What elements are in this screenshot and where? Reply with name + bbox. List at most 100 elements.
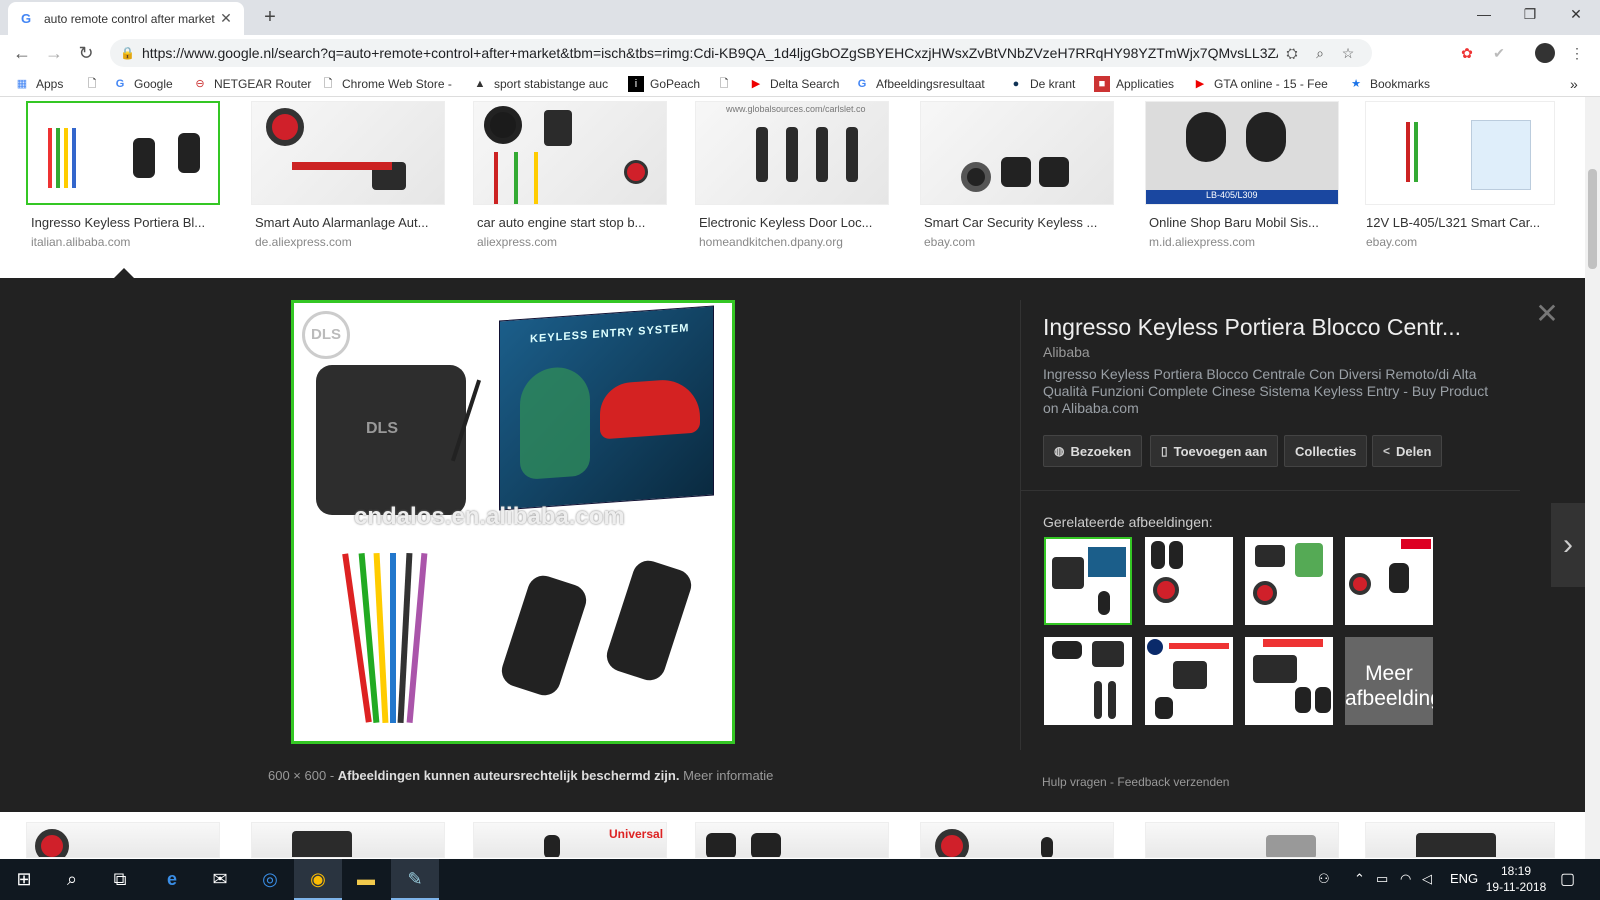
result-thumbnail-lower-1[interactable] (26, 822, 220, 858)
bookmark-de-krant[interactable]: ● De krant (1008, 75, 1076, 93)
bookmark-google[interactable]: G Google (112, 75, 173, 93)
result-title-6[interactable]: Online Shop Baru Mobil Sis... (1149, 215, 1339, 230)
bookmark-netgear[interactable]: ⊖ NETGEAR Router (192, 75, 311, 93)
address-bar[interactable]: 🔒 https://www.google.nl/search?q=auto+re… (110, 39, 1372, 67)
wifi-icon[interactable]: ◠ (1400, 871, 1411, 887)
result-title-1[interactable]: Ingresso Keyless Portiera Bl... (31, 215, 221, 230)
result-title-4[interactable]: Electronic Keyless Door Loc... (699, 215, 889, 230)
mail-icon[interactable]: ✉ (196, 859, 244, 900)
related-image-1[interactable] (1044, 537, 1132, 625)
share-button[interactable]: < Delen (1372, 435, 1443, 467)
bookmark-page-2[interactable]: 🗋 (716, 75, 738, 93)
related-image-2[interactable] (1145, 537, 1233, 625)
result-thumbnail-4[interactable]: www.globalsources.com/carlslet.co (695, 101, 889, 205)
new-tab-button[interactable]: + (258, 6, 282, 30)
logo-band (1401, 539, 1431, 549)
result-thumbnail-2[interactable] (251, 101, 445, 205)
result-thumbnail-lower-3[interactable]: Universal (473, 822, 667, 858)
related-image-6[interactable] (1145, 637, 1233, 725)
key-fob-shape (497, 571, 591, 700)
restore-button[interactable]: ❐ (1507, 0, 1553, 30)
help-link[interactable]: Hulp vragen (1042, 775, 1107, 789)
bookmark-gta-online[interactable]: ▶ GTA online - 15 - Fee (1192, 75, 1328, 93)
actuator-shape (756, 127, 768, 182)
feedback-link[interactable]: Feedback verzenden (1117, 775, 1229, 789)
bookmark-gopeach[interactable]: i GoPeach (628, 75, 700, 93)
tray-chevron-up-icon[interactable]: ⌃ (1354, 871, 1365, 887)
bookmark-page[interactable]: 🗋 (84, 75, 106, 93)
forward-icon[interactable]: → (42, 41, 66, 65)
related-image-5[interactable] (1044, 637, 1132, 725)
image-title[interactable]: Ingresso Keyless Portiera Blocco Centr..… (1043, 314, 1503, 341)
related-image-7[interactable] (1245, 637, 1333, 725)
chrome-icon[interactable]: ◉ (294, 859, 342, 900)
bookmark-bookmarks[interactable]: ★ Bookmarks (1348, 75, 1430, 93)
bookmark-afbeeldingsresultaat[interactable]: G Afbeeldingsresultaat (854, 75, 985, 93)
tab-close-icon[interactable]: ✕ (218, 10, 234, 27)
result-title-3[interactable]: car auto engine start stop b... (477, 215, 667, 230)
windows-start-icon[interactable]: ⊞ (0, 859, 48, 900)
close-preview-icon[interactable]: ✕ (1533, 300, 1561, 328)
url-text[interactable]: https://www.google.nl/search?q=auto+remo… (142, 45, 1278, 61)
bookmark-sport[interactable]: ▲ sport stabistange auc (472, 75, 609, 93)
result-thumbnail-lower-5[interactable] (920, 822, 1114, 858)
language-indicator[interactable]: ENG (1450, 871, 1478, 886)
key-fob-shape (1246, 112, 1286, 162)
result-title-7[interactable]: 12V LB-405/L321 Smart Car... (1366, 215, 1556, 230)
bookmark-delta-search[interactable]: ▶ Delta Search (748, 75, 840, 93)
battery-icon[interactable]: ▭ (1376, 871, 1388, 887)
taskbar-clock[interactable]: 18:19 19-11-2018 (1484, 863, 1548, 895)
task-view-icon[interactable]: ⧉ (96, 859, 144, 900)
more-info-link[interactable]: Meer informatie (683, 768, 773, 783)
bookmark-star-icon[interactable]: ☆ (1334, 45, 1362, 62)
collections-button[interactable]: Collecties (1284, 435, 1368, 467)
minimize-button[interactable]: — (1461, 0, 1507, 30)
translate-icon[interactable]: ⛭ (1278, 45, 1306, 62)
result-thumbnail-lower-4[interactable] (695, 822, 889, 858)
result-title-5[interactable]: Smart Car Security Keyless ... (924, 215, 1114, 230)
result-title-2[interactable]: Smart Auto Alarmanlage Aut... (255, 215, 445, 230)
result-thumbnail-3[interactable] (473, 101, 667, 205)
back-icon[interactable]: ← (10, 41, 34, 65)
page-scrollbar[interactable] (1585, 97, 1600, 859)
more-images-button[interactable]: Meer afbeeldinge (1345, 637, 1433, 725)
search-icon[interactable]: ⌕ (48, 859, 96, 900)
bookmark-apps[interactable]: ▦ Apps (14, 75, 64, 93)
people-icon[interactable]: ⚇ (1318, 871, 1330, 887)
manual-shape (1471, 120, 1531, 190)
key-fob-shape (1039, 157, 1069, 187)
preview-image[interactable]: DLS DLS KEYLESS ENTRY SYSTEM cndalos.en.… (291, 300, 735, 744)
related-image-4[interactable] (1345, 537, 1433, 625)
module-shape (1416, 833, 1496, 857)
bookmark-chrome-web-store[interactable]: 🗋 Chrome Web Store - (320, 75, 452, 93)
extension-color-icon[interactable]: ✿ (1457, 43, 1477, 63)
scrollbar-thumb[interactable] (1588, 169, 1597, 269)
panel-divider (1020, 300, 1021, 750)
edge-icon[interactable]: e (148, 859, 196, 900)
paint-icon[interactable]: ✎ (391, 859, 439, 900)
result-thumbnail-7[interactable] (1365, 101, 1555, 205)
result-thumbnail-lower-7[interactable] (1365, 822, 1555, 858)
volume-icon[interactable]: ◁ (1422, 871, 1432, 887)
result-thumbnail-lower-6[interactable] (1145, 822, 1339, 858)
browser-tab[interactable]: G auto remote control after market ✕ (8, 2, 244, 35)
notification-icon[interactable]: ▢ (1560, 869, 1575, 889)
result-thumbnail-lower-2[interactable] (251, 822, 445, 858)
extension-check-icon[interactable]: ✔ (1489, 43, 1509, 63)
bookmarks-overflow-icon[interactable]: » (1570, 75, 1578, 93)
bookmark-applicaties[interactable]: ■ Applicaties (1094, 75, 1174, 93)
result-thumbnail-5[interactable] (920, 101, 1114, 205)
save-button[interactable]: ▯ Toevoegen aan (1150, 435, 1279, 467)
close-window-button[interactable]: ✕ (1553, 0, 1599, 30)
result-thumbnail-6[interactable]: LB-405/L309 (1145, 101, 1339, 205)
chevron-right-icon[interactable]: › (1551, 503, 1585, 587)
visit-button[interactable]: ◍ Bezoeken (1043, 435, 1143, 467)
menu-dots-icon[interactable]: ⋮ (1567, 43, 1587, 63)
file-explorer-icon[interactable]: ▬ (342, 859, 390, 900)
related-image-3[interactable] (1245, 537, 1333, 625)
reload-icon[interactable]: ↻ (74, 41, 98, 65)
result-thumbnail-1[interactable] (26, 101, 220, 205)
profile-avatar[interactable] (1535, 43, 1555, 63)
zoom-icon[interactable]: ⌕ (1306, 45, 1334, 62)
ie-icon[interactable]: ◎ (246, 859, 294, 900)
